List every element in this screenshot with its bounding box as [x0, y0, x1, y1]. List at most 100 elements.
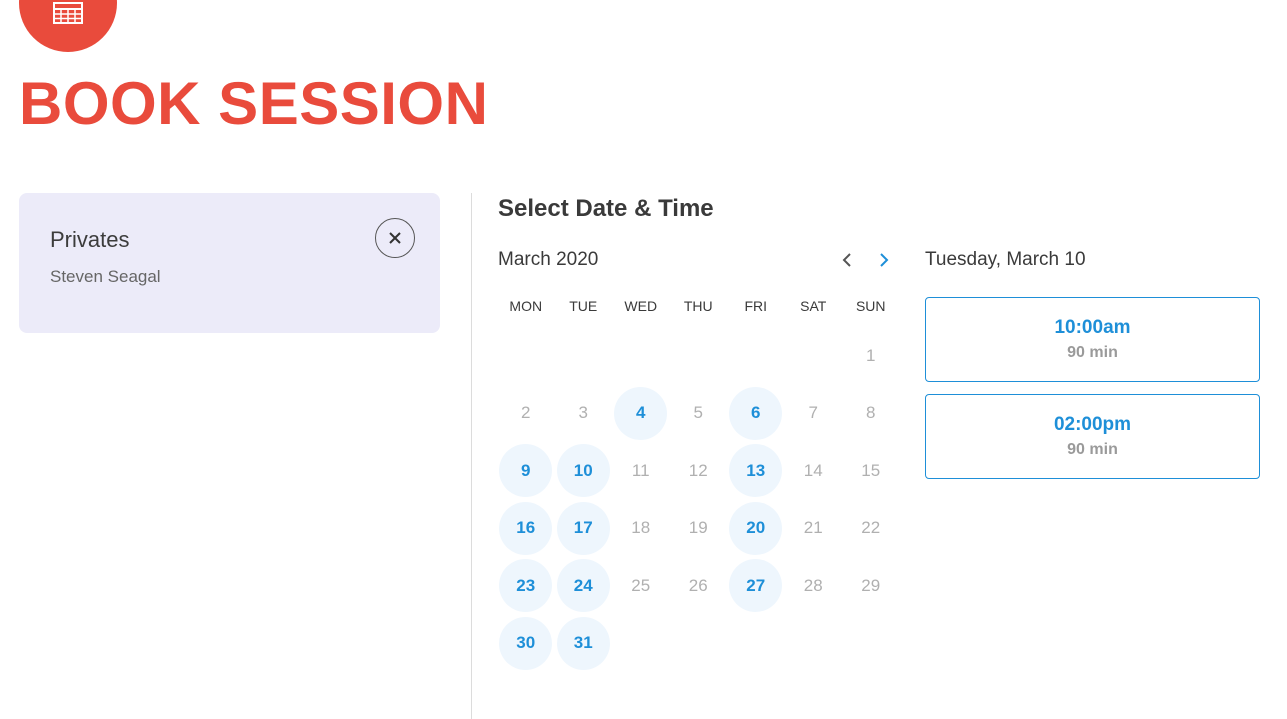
calendar-day-number: 18 [631, 518, 651, 538]
calendar-day-available[interactable]: 4 [612, 385, 670, 443]
calendar-day-number: 3 [578, 403, 588, 423]
weekday-label: WED [624, 298, 658, 314]
calendar-day-number: 13 [729, 444, 783, 498]
close-icon [389, 232, 401, 244]
calendar-days: 1 2 3 4 5 6 7 8 9 10 11 12 13 14 15 16 17 18 19 20 21 22 23 24 2… [497, 327, 900, 672]
calendar-day-number: 15 [861, 460, 881, 480]
calendar-day-number: 5 [693, 403, 703, 423]
calendar-blank-cell [612, 327, 670, 385]
calendar-day-number: 26 [688, 575, 708, 595]
service-name: Privates [50, 227, 130, 252]
page-title: BOOK SESSION [19, 70, 489, 137]
calendar-day-number: 25 [631, 575, 651, 595]
chevron-right-icon [880, 253, 889, 267]
calendar-day-number: 6 [729, 386, 783, 440]
calendar-month-label: March 2020 [498, 249, 599, 270]
calendar-day-available[interactable]: 30 [497, 615, 555, 673]
calendar-day-available[interactable]: 16 [497, 500, 555, 558]
calendar-blank-cell [555, 327, 613, 385]
calendar-day-unavailable: 12 [670, 442, 728, 500]
calendar-day-number: 14 [803, 460, 823, 480]
chevron-left-icon [842, 253, 851, 267]
calendar-day-number: 19 [688, 518, 708, 538]
section-title: Select Date & Time [498, 195, 714, 222]
clear-service-button[interactable] [375, 218, 415, 258]
calendar-day-number: 10 [556, 444, 610, 498]
calendar-day-number: 4 [614, 386, 668, 440]
calendar-day-unavailable: 15 [842, 442, 900, 500]
weekday-label: FRI [744, 298, 768, 314]
calendar-day-number: 22 [861, 518, 881, 538]
weekday-header: MON TUE WED THU FRI SAT SUN [497, 290, 900, 322]
calendar-day-unavailable: 7 [785, 385, 843, 443]
calendar-day-available[interactable]: 24 [555, 557, 613, 615]
time-slot-duration: 90 min [1067, 344, 1118, 361]
time-slot-button[interactable]: 02:00pm 90 min [925, 394, 1260, 479]
selected-service-card: Privates Steven Seagal [19, 193, 440, 333]
calendar-day-available[interactable]: 13 [727, 442, 785, 500]
logo-badge [19, 0, 117, 52]
weekday-label: TUE [569, 298, 598, 314]
calendar-day-unavailable: 2 [497, 385, 555, 443]
weekday-label: SUN [855, 298, 886, 314]
service-staff-name: Steven Seagal [50, 267, 161, 286]
calendar-day-available[interactable]: 10 [555, 442, 613, 500]
calendar-day-available[interactable]: 17 [555, 500, 613, 558]
calendar-day-unavailable: 14 [785, 442, 843, 500]
calendar-day-number: 12 [688, 460, 708, 480]
calendar-day-available[interactable]: 23 [497, 557, 555, 615]
time-slot-time: 02:00pm [1053, 414, 1132, 435]
calendar-day-available[interactable]: 27 [727, 557, 785, 615]
calendar-day-unavailable: 29 [842, 557, 900, 615]
calendar-day-number: 20 [729, 501, 783, 555]
calendar-blank-cell [670, 327, 728, 385]
calendar-day-number: 1 [866, 345, 876, 365]
calendar-day-number: 16 [499, 501, 553, 555]
calendar-blank-cell [785, 327, 843, 385]
calendar-day-unavailable: 21 [785, 500, 843, 558]
calendar-day-unavailable: 8 [842, 385, 900, 443]
calendar-day-number: 29 [861, 575, 881, 595]
calendar-day-number: 2 [521, 403, 531, 423]
calendar-day-number: 8 [866, 403, 876, 423]
calendar-day-unavailable: 18 [612, 500, 670, 558]
calendar-day-number: 23 [499, 559, 553, 613]
calendar-day-available[interactable]: 9 [497, 442, 555, 500]
column-divider [471, 193, 472, 719]
weekday-label: SAT [800, 298, 827, 314]
calendar-icon [53, 2, 83, 24]
calendar-day-available[interactable]: 20 [727, 500, 785, 558]
calendar-day-available[interactable]: 6 [727, 385, 785, 443]
calendar-day-number: 21 [803, 518, 823, 538]
weekday-label: MON [509, 298, 543, 314]
calendar-day-unavailable: 19 [670, 500, 728, 558]
calendar-day-number: 24 [556, 559, 610, 613]
time-slot-time: 10:00am [1054, 317, 1131, 338]
next-month-button[interactable] [873, 249, 895, 271]
calendar-day-unavailable: 26 [670, 557, 728, 615]
calendar-day-number: 11 [631, 460, 650, 480]
calendar-day-unavailable: 25 [612, 557, 670, 615]
calendar-day-unavailable: 3 [555, 385, 613, 443]
calendar-day-number: 17 [556, 501, 610, 555]
weekday-label: THU [683, 298, 713, 314]
calendar-day-unavailable: 5 [670, 385, 728, 443]
previous-month-button[interactable] [836, 249, 858, 271]
calendar-day-number: 30 [499, 616, 553, 670]
selected-date-label: Tuesday, March 10 [925, 249, 1086, 270]
calendar-day-number: 7 [808, 403, 818, 423]
calendar-day-unavailable: 1 [842, 327, 900, 385]
calendar-day-available[interactable]: 31 [555, 615, 613, 673]
calendar-day-unavailable: 11 [612, 442, 670, 500]
time-slot-duration: 90 min [1067, 441, 1118, 458]
time-slot-button[interactable]: 10:00am 90 min [925, 297, 1260, 382]
calendar-day-unavailable: 28 [785, 557, 843, 615]
calendar-grid: MON TUE WED THU FRI SAT SUN 1 2 3 4 5 6 7 8 9 10 11 12 13 1… [497, 290, 900, 672]
calendar-day-number: 9 [499, 444, 553, 498]
calendar-day-unavailable: 22 [842, 500, 900, 558]
calendar-blank-cell [727, 327, 785, 385]
calendar-day-number: 31 [556, 616, 610, 670]
calendar-day-number: 28 [803, 575, 823, 595]
calendar-day-number: 27 [729, 559, 783, 613]
calendar-blank-cell [497, 327, 555, 385]
